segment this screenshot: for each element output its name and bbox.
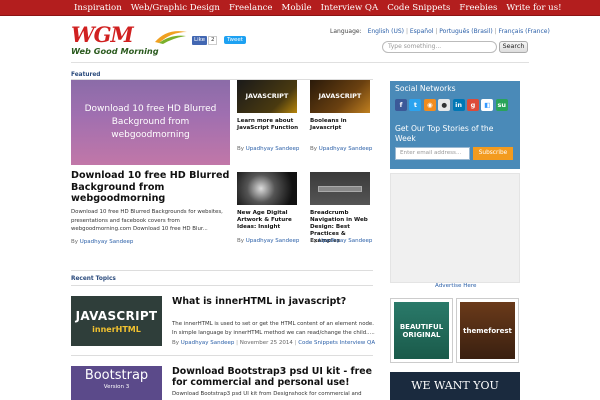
featured-thumb-2[interactable]: JAVASCRIPT	[310, 80, 370, 113]
featured-main-image[interactable]: Download 10 free HD Blurred Background f…	[71, 80, 230, 165]
recent-divider	[71, 285, 373, 286]
ad-2-creative: themeforest	[460, 302, 515, 359]
nav-item-freebies[interactable]: Freebies	[459, 0, 497, 16]
featured-main-title[interactable]: Download 10 free HD Blurred Background f…	[71, 170, 233, 205]
recent-excerpt-2: Download Bootstrap3 psd UI kit from Desi…	[172, 391, 362, 397]
recent-thumb-1-line2: innerHTML	[92, 324, 141, 334]
google-plus-icon[interactable]: g	[466, 99, 479, 111]
ad-1-line2: ORIGINAL	[402, 330, 441, 339]
featured-thumb-3[interactable]	[237, 172, 297, 205]
recent-byline-1: By Upadhyay Sandeep | November 25 2014 |…	[172, 340, 376, 346]
delicious-icon[interactable]: ◧	[481, 99, 494, 111]
byline-prefix: By	[237, 146, 245, 152]
author-link[interactable]: Upadhyay Sandeep	[246, 146, 300, 152]
language-spanish[interactable]: Español	[410, 28, 434, 35]
social-networks-title: Social Networks	[395, 84, 456, 93]
author-link[interactable]: Upadhyay Sandeep	[319, 146, 373, 152]
language-label: Language:	[330, 28, 362, 35]
post-date: November 25 2014	[239, 340, 293, 346]
recent-title-2[interactable]: Download Bootstrap3 psd UI kit - free fo…	[172, 366, 377, 388]
byline-prefix: By	[310, 238, 318, 244]
author-link[interactable]: Upadhyay Sandeep	[181, 340, 235, 346]
language-portuguese[interactable]: Português (Brasil)	[439, 28, 492, 35]
nav-item-freelance[interactable]: Freelance	[229, 0, 273, 16]
language-selector: Language: English (US) | Español | Portu…	[330, 28, 550, 35]
ad-2-brand: themeforest	[463, 326, 512, 335]
featured-main-excerpt: Download 10 free HD Blurred Backgrounds …	[71, 209, 223, 232]
nav-item-inspiration[interactable]: Inspiration	[74, 0, 122, 16]
site-logo[interactable]: WGM Web Good Morning	[71, 22, 187, 58]
email-field[interactable]: Enter email address...	[395, 147, 470, 160]
header-divider	[71, 62, 529, 63]
author-link[interactable]: Upadhyay Sandeep	[246, 238, 300, 244]
sunrise-swoosh-icon	[155, 31, 187, 44]
reddit-icon[interactable]: ●	[438, 99, 451, 111]
twitter-icon[interactable]: t	[409, 99, 422, 111]
rss-icon[interactable]: ◉	[423, 99, 436, 111]
byline-prefix: By	[237, 238, 245, 244]
byline-prefix: By	[71, 239, 79, 245]
nav-item-code-snippets[interactable]: Code Snippets	[387, 0, 450, 16]
featured-byline-3: By Upadhyay Sandeep	[237, 238, 299, 244]
recent-thumb-1[interactable]: JAVASCRIPT innerHTML	[71, 296, 162, 346]
featured-heading: Featured	[71, 72, 101, 78]
nav-item-mobile[interactable]: Mobile	[282, 0, 312, 16]
ad-1-creative: BEAUTIFUL ORIGINAL	[394, 302, 449, 359]
stumbleupon-icon[interactable]: su	[495, 99, 508, 111]
featured-title-1[interactable]: Learn more about JavaScript Function	[237, 118, 301, 132]
tweet-button[interactable]: Tweet	[224, 36, 246, 44]
recent-top-divider	[71, 270, 373, 271]
recent-item-divider	[71, 355, 373, 356]
we-want-you-banner[interactable]: WE WANT YOU	[390, 372, 520, 400]
featured-thumb-4[interactable]	[310, 172, 370, 205]
social-icons: f t ◉ ● in g ◧ su	[395, 99, 510, 111]
search-button[interactable]: Search	[499, 41, 528, 53]
social-networks-panel: Social Networks f t ◉ ● in g ◧ su Get Ou…	[390, 81, 520, 169]
ad-placeholder[interactable]	[390, 173, 520, 283]
breadcrumb-illustration	[318, 185, 362, 192]
nav-item-interview-qa[interactable]: Interview QA	[321, 0, 379, 16]
advertise-link[interactable]: Advertise Here	[435, 283, 476, 289]
nav-item-web-graphic-design[interactable]: Web/Graphic Design	[131, 0, 220, 16]
recent-thumb-1-line1: JAVASCRIPT	[75, 308, 158, 323]
newsletter-title: Get Our Top Stories of the Week	[395, 124, 494, 143]
featured-title-2[interactable]: Booleans in Javascript	[310, 118, 374, 132]
post-category[interactable]: Code Snippets Interview QA	[298, 340, 375, 346]
recent-thumb-2[interactable]: Bootstrap Version 3	[71, 366, 162, 400]
fb-like-count: 2	[207, 36, 218, 45]
top-navigation: Inspiration Web/Graphic Design Freelance…	[0, 0, 600, 16]
linkedin-icon[interactable]: in	[452, 99, 465, 111]
featured-byline-4: By Upadhyay Sandeep	[310, 238, 372, 244]
ad-beautiful-original[interactable]: BEAUTIFUL ORIGINAL	[390, 298, 453, 363]
recent-heading: Recent Topics	[71, 276, 116, 282]
ad-themeforest[interactable]: themeforest	[456, 298, 519, 363]
author-link[interactable]: Upadhyay Sandeep	[80, 239, 134, 245]
author-link[interactable]: Upadhyay Sandeep	[319, 238, 373, 244]
facebook-like-button[interactable]: Like 2	[192, 36, 218, 45]
featured-thumb-1[interactable]: JAVASCRIPT	[237, 80, 297, 113]
facebook-icon[interactable]: f	[395, 99, 407, 111]
logo-mark: WGM	[71, 22, 134, 47]
nav-item-write-for-us[interactable]: Write for us!	[506, 0, 561, 16]
logo-tagline: Web Good Morning	[71, 46, 159, 56]
language-french[interactable]: Français (France)	[499, 28, 550, 35]
recent-title-1[interactable]: What is innerHTML in javascript?	[172, 296, 346, 307]
language-english[interactable]: English (US)	[368, 28, 404, 35]
ad-1-line1: BEAUTIFUL	[399, 322, 444, 331]
featured-title-3[interactable]: New Age Digital Artwork & Future Ideas: …	[237, 210, 301, 231]
featured-byline-1: By Upadhyay Sandeep	[237, 146, 299, 152]
recent-excerpt-1: The innerHTML is used to set or get the …	[172, 321, 375, 336]
recent-thumb-2-line2: Version 3	[103, 384, 130, 390]
search-input[interactable]: Type something...	[382, 41, 497, 53]
featured-main-byline: By Upadhyay Sandeep	[71, 239, 133, 245]
featured-byline-2: By Upadhyay Sandeep	[310, 146, 372, 152]
byline-prefix: By	[310, 146, 318, 152]
fb-like-label: Like	[192, 36, 207, 45]
byline-prefix: By	[172, 340, 180, 346]
subscribe-button[interactable]: Subscribe	[473, 147, 513, 160]
recent-thumb-2-line1: Bootstrap	[84, 368, 149, 383]
